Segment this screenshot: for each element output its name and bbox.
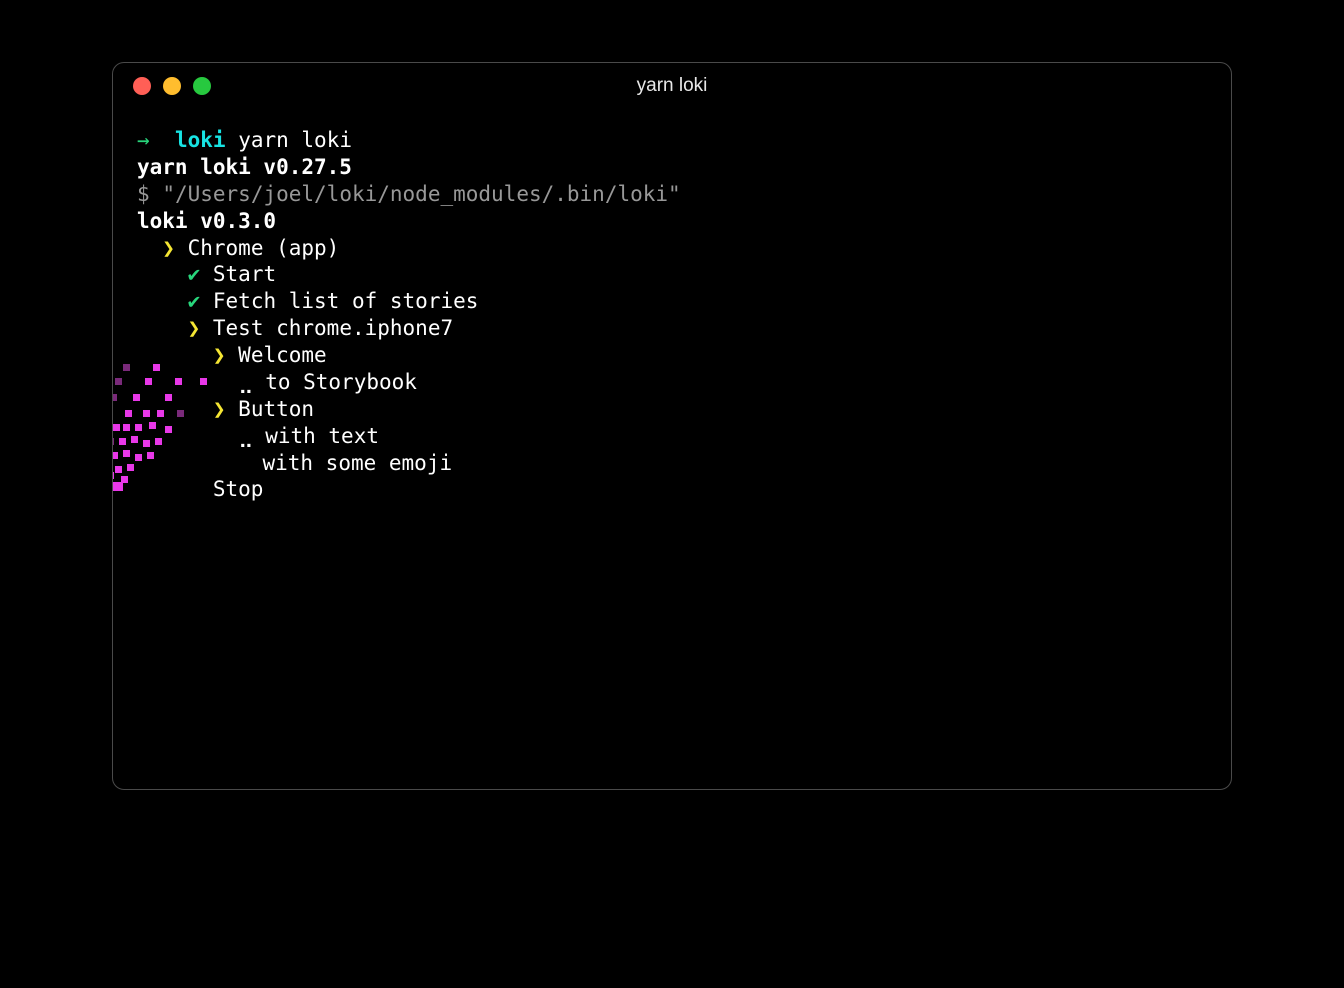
chevron-right-icon: ❯ xyxy=(162,236,175,260)
exec-line: $ "/Users/joel/loki/node_modules/.bin/lo… xyxy=(137,181,1207,208)
minimize-icon[interactable] xyxy=(163,77,181,95)
spinner-icon xyxy=(238,451,250,475)
prompt-command: yarn loki xyxy=(238,128,352,152)
step-label: Start xyxy=(213,262,276,286)
spinner-icon: ⣀ xyxy=(238,370,252,394)
maximize-icon[interactable] xyxy=(193,77,211,95)
check-icon: ✔ xyxy=(188,262,201,286)
terminal-body[interactable]: → loki yarn loki yarn loki v0.27.5 $ "/U… xyxy=(113,109,1231,521)
chevron-right-icon: ❯ xyxy=(188,316,201,340)
story-item-label: with some emoji xyxy=(262,451,452,475)
step-fetch: ✔ Fetch list of stories xyxy=(137,288,1207,315)
story-group-label: Welcome xyxy=(238,343,327,367)
chevron-right-icon: ❯ xyxy=(213,343,226,367)
terminal-window: yarn loki xyxy=(112,62,1232,790)
step-test: ❯ Test chrome.iphone7 xyxy=(137,315,1207,342)
window-controls xyxy=(133,77,211,95)
window-titlebar: yarn loki xyxy=(113,63,1231,109)
step-stop: Stop xyxy=(137,476,1207,503)
step-label: Fetch list of stories xyxy=(213,289,479,313)
story-item-label: to Storybook xyxy=(265,370,417,394)
target-line: ❯ Chrome (app) xyxy=(137,235,1207,262)
yarn-version-line: yarn loki v0.27.5 xyxy=(137,154,1207,181)
window-title: yarn loki xyxy=(113,75,1231,97)
stop-label: Stop xyxy=(213,477,264,501)
story-group-button: ❯ Button xyxy=(137,396,1207,423)
prompt-arrow-icon: → xyxy=(137,128,150,152)
spinner-icon: ⣀ xyxy=(238,424,252,448)
story-item: ⣀ with text xyxy=(137,423,1207,450)
step-start: ✔ Start xyxy=(137,261,1207,288)
chevron-right-icon: ❯ xyxy=(213,397,226,421)
exec-path: "/Users/joel/loki/node_modules/.bin/loki… xyxy=(162,182,680,206)
check-icon: ✔ xyxy=(188,289,201,313)
prompt-line: → loki yarn loki xyxy=(137,127,1207,154)
target-label: Chrome (app) xyxy=(188,236,340,260)
step-label: Test chrome.iphone7 xyxy=(213,316,453,340)
exec-prefix: $ xyxy=(137,182,150,206)
story-group-label: Button xyxy=(238,397,314,421)
close-icon[interactable] xyxy=(133,77,151,95)
story-item: ⣀ to Storybook xyxy=(137,369,1207,396)
prompt-project: loki xyxy=(175,128,226,152)
story-group-welcome: ❯ Welcome xyxy=(137,342,1207,369)
story-item: with some emoji xyxy=(137,450,1207,477)
story-item-label: with text xyxy=(265,424,379,448)
loki-version-line: loki v0.3.0 xyxy=(137,208,1207,235)
